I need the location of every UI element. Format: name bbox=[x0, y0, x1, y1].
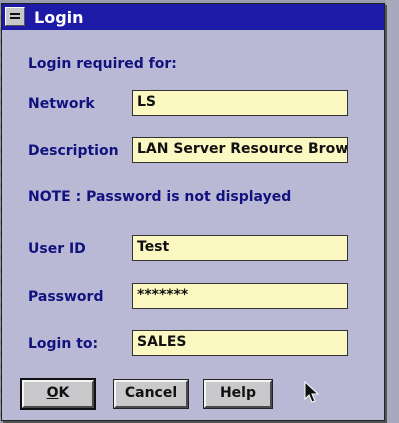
login-to-label: Login to: bbox=[28, 336, 99, 352]
password-note: NOTE : Password is not displayed bbox=[28, 189, 292, 205]
description-label: Description bbox=[28, 143, 119, 159]
ok-button[interactable]: OK bbox=[20, 378, 96, 410]
network-field[interactable]: LS bbox=[132, 90, 348, 116]
password-field[interactable]: ******* bbox=[132, 283, 348, 309]
window-title: Login bbox=[34, 8, 84, 27]
ok-mnemonic: O bbox=[46, 385, 59, 401]
user-id-label: User ID bbox=[28, 241, 86, 257]
cancel-button[interactable]: Cancel bbox=[113, 379, 189, 409]
title-bar[interactable]: Login bbox=[2, 4, 384, 30]
system-menu-icon[interactable] bbox=[5, 7, 25, 26]
network-label: Network bbox=[28, 96, 95, 112]
login-to-field[interactable]: SALES bbox=[132, 330, 348, 356]
login-required-heading: Login required for: bbox=[28, 56, 177, 72]
password-label: Password bbox=[28, 289, 104, 305]
mouse-pointer-icon bbox=[304, 381, 320, 403]
description-field[interactable]: LAN Server Resource Brow bbox=[132, 137, 348, 163]
user-id-field[interactable]: Test bbox=[132, 235, 348, 261]
background-window-edge bbox=[386, 0, 399, 423]
login-dialog: Login Login required for: Network LS Des… bbox=[1, 3, 385, 421]
help-button[interactable]: Help bbox=[203, 379, 273, 409]
ok-label-rest: K bbox=[58, 385, 70, 401]
